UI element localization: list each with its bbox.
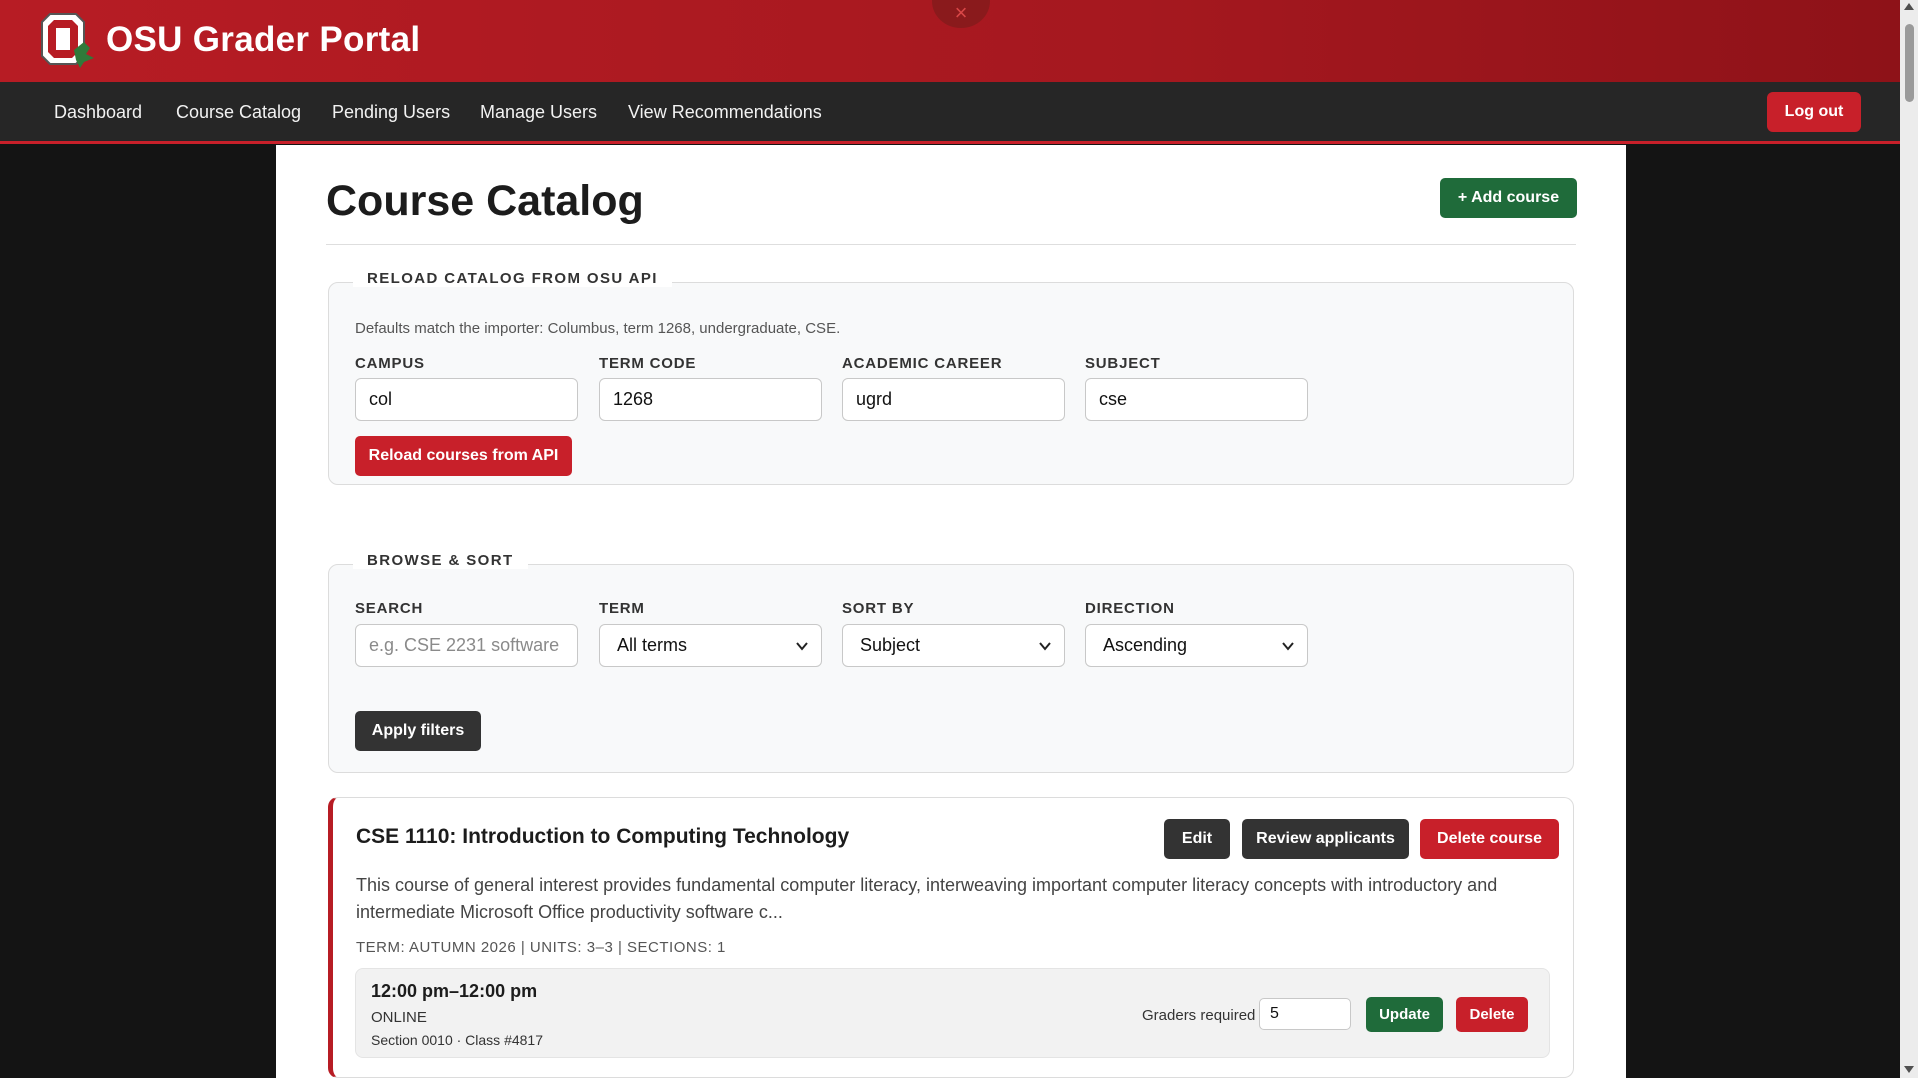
reload-catalog-section: RELOAD CATALOG FROM OSU API Defaults mat… [328, 270, 1574, 485]
subject-input[interactable]: cse [1085, 378, 1308, 421]
add-course-button[interactable]: + Add course [1440, 178, 1577, 218]
block-o-logo-icon[interactable] [40, 12, 96, 70]
scroll-down-icon[interactable] [1904, 1066, 1914, 1073]
sort-by-select-value: Subject [860, 635, 921, 655]
edit-course-button[interactable]: Edit [1164, 819, 1230, 859]
graders-required-label: Graders required [1142, 1007, 1256, 1024]
chevron-down-icon [1039, 642, 1051, 651]
section-time: 12:00 pm–12:00 pm [371, 981, 538, 1001]
review-applicants-button[interactable]: Review applicants [1242, 819, 1409, 859]
campus-label: CAMPUS [355, 355, 425, 372]
delete-course-button[interactable]: Delete course [1420, 819, 1559, 859]
reload-legend: RELOAD CATALOG FROM OSU API [353, 270, 672, 287]
logout-button[interactable]: Log out [1767, 92, 1861, 132]
term-code-label: TERM CODE [599, 355, 697, 372]
graders-required-input[interactable]: 5 [1259, 998, 1351, 1030]
app-title[interactable]: OSU Grader Portal [106, 20, 420, 60]
scroll-up-icon[interactable] [1904, 3, 1914, 10]
course-meta: TERM: AUTUMN 2026 | UNITS: 3–3 | SECTION… [356, 939, 726, 956]
campus-input[interactable]: col [355, 378, 578, 421]
search-input[interactable]: e.g. CSE 2231 software [355, 624, 578, 667]
direction-label: DIRECTION [1085, 600, 1175, 617]
sort-by-select[interactable]: Subject [842, 624, 1065, 667]
section-mode: ONLINE [371, 1009, 427, 1026]
chevron-down-icon [1282, 642, 1294, 651]
section-id: Section 0010 · Class #4817 [371, 1032, 543, 1048]
main-nav: Dashboard Course Catalog Pending Users M… [0, 82, 1900, 144]
nav-view-recommendations[interactable]: View Recommendations [628, 102, 822, 123]
sort-by-label: SORT BY [842, 600, 915, 617]
term-code-input[interactable]: 1268 [599, 378, 822, 421]
direction-select[interactable]: Ascending [1085, 624, 1308, 667]
course-title: CSE 1110: Introduction to Computing Tech… [356, 825, 850, 848]
reload-courses-button[interactable]: Reload courses from API [355, 436, 572, 476]
course-description: This course of general interest provides… [356, 875, 1498, 922]
academic-career-input[interactable]: ugrd [842, 378, 1065, 421]
page-scrollbar[interactable] [1900, 0, 1918, 1078]
title-divider [326, 244, 1576, 245]
page-title: Course Catalog [326, 177, 644, 225]
scroll-thumb[interactable] [1905, 24, 1914, 102]
apply-filters-button[interactable]: Apply filters [355, 711, 481, 751]
browse-legend: BROWSE & SORT [353, 552, 528, 569]
update-section-button[interactable]: Update [1366, 997, 1443, 1032]
delete-section-button[interactable]: Delete [1456, 997, 1528, 1032]
browse-sort-section: BROWSE & SORT SEARCH e.g. CSE 2231 softw… [328, 552, 1574, 773]
nav-course-catalog[interactable]: Course Catalog [176, 102, 301, 123]
section-row: 12:00 pm–12:00 pm ONLINE Section 0010 · … [355, 968, 1550, 1058]
nav-pending-users[interactable]: Pending Users [332, 102, 450, 123]
academic-career-label: ACADEMIC CAREER [842, 355, 1003, 372]
nav-manage-users[interactable]: Manage Users [480, 102, 597, 123]
term-select[interactable]: All terms [599, 624, 822, 667]
chevron-down-icon [796, 642, 808, 651]
app-header: OSU Grader Portal × [0, 0, 1900, 82]
term-label: TERM [599, 600, 645, 617]
nav-dashboard[interactable]: Dashboard [54, 102, 142, 123]
search-label: SEARCH [355, 600, 424, 617]
term-select-value: All terms [617, 635, 688, 655]
course-card: CSE 1110: Introduction to Computing Tech… [328, 797, 1574, 1078]
subject-label: SUBJECT [1085, 355, 1161, 372]
reload-hint: Defaults match the importer: Columbus, t… [355, 320, 841, 337]
content-panel: Course Catalog + Add course RELOAD CATAL… [276, 145, 1626, 1078]
direction-select-value: Ascending [1103, 635, 1188, 655]
close-icon[interactable]: × [932, 0, 990, 28]
